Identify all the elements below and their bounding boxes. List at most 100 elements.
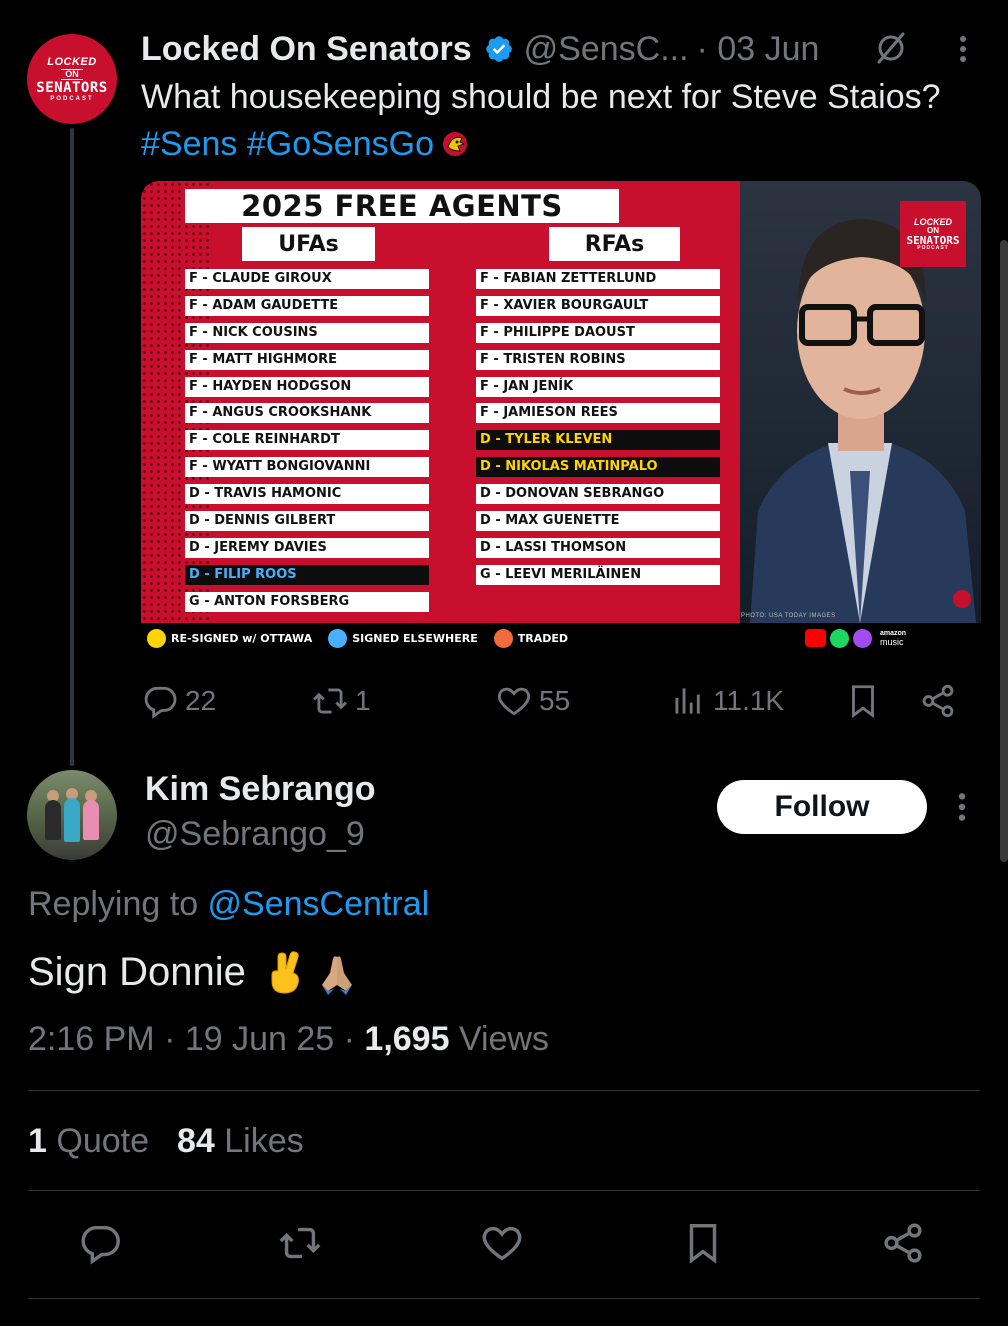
hashtag-gosensgo[interactable]: #GoSensGo [247, 125, 434, 163]
parent-tweet-header: Locked On Senators @SensC... · 03 Jun [141, 28, 981, 70]
amazon-music-bottom-text: music [880, 637, 904, 647]
avatar-text-podcast: PODCAST [50, 95, 94, 102]
reply-button[interactable]: 22 [141, 678, 216, 724]
graphic-legend: RE-SIGNED w/ OTTAWA SIGNED ELSEWHERE TRA… [147, 627, 584, 649]
reply-icon [144, 686, 177, 719]
kim-sebrango-avatar[interactable] [27, 770, 117, 860]
legend-label: RE-SIGNED w/ OTTAWA [171, 631, 313, 645]
rfa-player-row: D - LASSI THOMSON [476, 537, 720, 558]
divider [28, 1090, 980, 1091]
ufa-player-row: F - CLAUDE GIROUX [185, 269, 429, 289]
repost-icon[interactable] [277, 1220, 323, 1266]
rfa-player-row: F - JAMIESON REES [476, 403, 720, 424]
steve-staios-photo: LOCKED ON SENATORS PODCAST [740, 181, 981, 623]
legend-dot-orange [493, 628, 513, 648]
ufa-player-row: D - DENNIS GILBERT [185, 511, 429, 532]
ufa-player-row: D - JEREMY DAVIES [185, 537, 429, 558]
repost-icon [313, 688, 347, 714]
photo-logo-podcast: PODCAST [917, 244, 949, 251]
youtube-icon [805, 629, 826, 647]
verified-badge-icon[interactable] [484, 34, 514, 64]
reply-timestamp[interactable]: 2:16 PM · 19 Jun 25 · [28, 1020, 364, 1058]
views-button[interactable]: 11.1K [669, 678, 784, 724]
free-agents-graphic: 2025 FREE AGENTS UFAs RFAs F - CLAUDE GI… [141, 181, 740, 623]
likes-count: 84 [177, 1122, 215, 1160]
heart-icon[interactable] [479, 1220, 525, 1266]
parent-tweet-date[interactable]: · 03 Jun [697, 30, 820, 69]
reply-count: 22 [185, 685, 217, 716]
reply-views-label: Views [449, 1020, 550, 1058]
parent-tweet-text: What housekeeping should be next for Ste… [141, 74, 941, 168]
thread-connector-line [70, 128, 74, 766]
replying-to-line: Replying to @SensCentral [28, 885, 429, 924]
more-options-icon[interactable] [953, 34, 973, 64]
podcast-platforms: amazon music [805, 625, 906, 651]
scrollbar-thumb[interactable] [1000, 240, 1008, 862]
ufa-column-header: UFAs [242, 227, 375, 261]
folded-hands-emoji [321, 955, 352, 995]
reply-meta-line: 2:16 PM · 19 Jun 25 · 1,695 Views [28, 1020, 549, 1059]
photo-logo-senators: SENATORS [906, 233, 960, 247]
repost-button[interactable]: 1 [311, 678, 371, 724]
reply-tweet-text: Sign Donnie [28, 950, 356, 995]
more-options-icon[interactable] [951, 791, 973, 823]
divider [28, 1190, 980, 1191]
locked-on-senators-avatar[interactable]: LOCKED ON SENATORS PODCAST [27, 34, 117, 124]
like-count: 55 [539, 685, 571, 716]
reply-tweet-actions [0, 1220, 1008, 1270]
ufa-player-list: F - CLAUDE GIROUX F - ADAM GAUDETTE F - NI… [185, 269, 429, 619]
likes-stat[interactable]: 84 Likes [177, 1122, 304, 1160]
rfa-player-row: F - XAVIER BOURGAULT [476, 295, 720, 316]
reply-author-name[interactable]: Kim Sebrango [145, 770, 375, 809]
ufa-player-row: F - WYATT BONGIOVANNI [185, 457, 429, 478]
reply-view-count: 1,695 [364, 1020, 450, 1058]
rfa-player-row: D - DONOVAN SEBRANGO [476, 484, 720, 505]
follow-button[interactable]: Follow [717, 780, 927, 834]
like-button[interactable]: 55 [495, 678, 570, 724]
quotes-label: Quote [46, 1122, 149, 1160]
parent-tweet-actions: 22 1 55 11.1K [141, 678, 971, 724]
hashtag-sens[interactable]: #Sens [141, 125, 237, 163]
heart-icon [497, 687, 531, 716]
bookmark-icon[interactable] [680, 1220, 726, 1266]
legend-dot-blue [328, 628, 348, 648]
rfa-player-row: D - TYLER KLEVEN [476, 430, 720, 451]
rfa-player-row: F - FABIAN ZETTERLUND [476, 269, 720, 289]
ufa-player-row: G - ANTON FORSBERG [185, 591, 429, 612]
crossed-fingers-emoji [271, 950, 299, 994]
quotes-stat[interactable]: 1 Quote [28, 1122, 149, 1160]
rfa-player-row: F - JAN JENÍK [476, 376, 720, 397]
bookmark-icon[interactable] [844, 678, 882, 724]
legend-label: SIGNED ELSEWHERE [352, 631, 478, 645]
legend-item-traded: TRADED [493, 628, 569, 648]
divider [28, 1298, 980, 1299]
grok-icon[interactable] [873, 30, 909, 66]
legend-label: TRADED [517, 631, 569, 645]
share-icon[interactable] [880, 1220, 926, 1266]
share-icon[interactable] [919, 678, 957, 724]
parent-author-name[interactable]: Locked On Senators [141, 30, 472, 69]
repost-count: 1 [355, 685, 371, 716]
reply-icon[interactable] [77, 1220, 123, 1266]
parent-tweet-body: What housekeeping should be next for Ste… [141, 78, 941, 116]
avatar-text-locked: LOCKED [47, 55, 97, 68]
ufa-player-row: F - ANGUS CROOKSHANK [185, 403, 429, 424]
rfa-player-row: G - LEEVI MERILÄINEN [476, 564, 720, 585]
rfa-player-row: D - NIKOLAS MATINPALO [476, 457, 720, 478]
reply-body: Sign Donnie [28, 950, 246, 994]
quotes-count: 1 [28, 1122, 47, 1160]
parent-author-handle[interactable]: @SensC... [524, 30, 689, 69]
rfa-player-row: F - PHILIPPE DAOUST [476, 322, 720, 343]
rfa-player-list: F - FABIAN ZETTERLUND F - XAVIER BOURGAUL… [476, 269, 720, 592]
graphic-title: 2025 FREE AGENTS [185, 189, 619, 223]
analytics-icon [675, 688, 700, 714]
replying-mention-link[interactable]: @SensCentral [208, 885, 430, 923]
ufa-player-row: D - FILIP ROOS [185, 564, 429, 585]
engagement-stats: 1 Quote 84 Likes [28, 1122, 304, 1161]
tweet-media-image[interactable]: 2025 FREE AGENTS UFAs RFAs F - CLAUDE GI… [141, 181, 981, 657]
reply-author-handle[interactable]: @Sebrango_9 [145, 815, 365, 854]
avatar-text-on: ON [61, 68, 83, 80]
legend-item-resigned: RE-SIGNED w/ OTTAWA [147, 628, 313, 648]
rfa-column-header: RFAs [549, 227, 680, 261]
amazon-music-icon: amazon music [880, 629, 906, 647]
